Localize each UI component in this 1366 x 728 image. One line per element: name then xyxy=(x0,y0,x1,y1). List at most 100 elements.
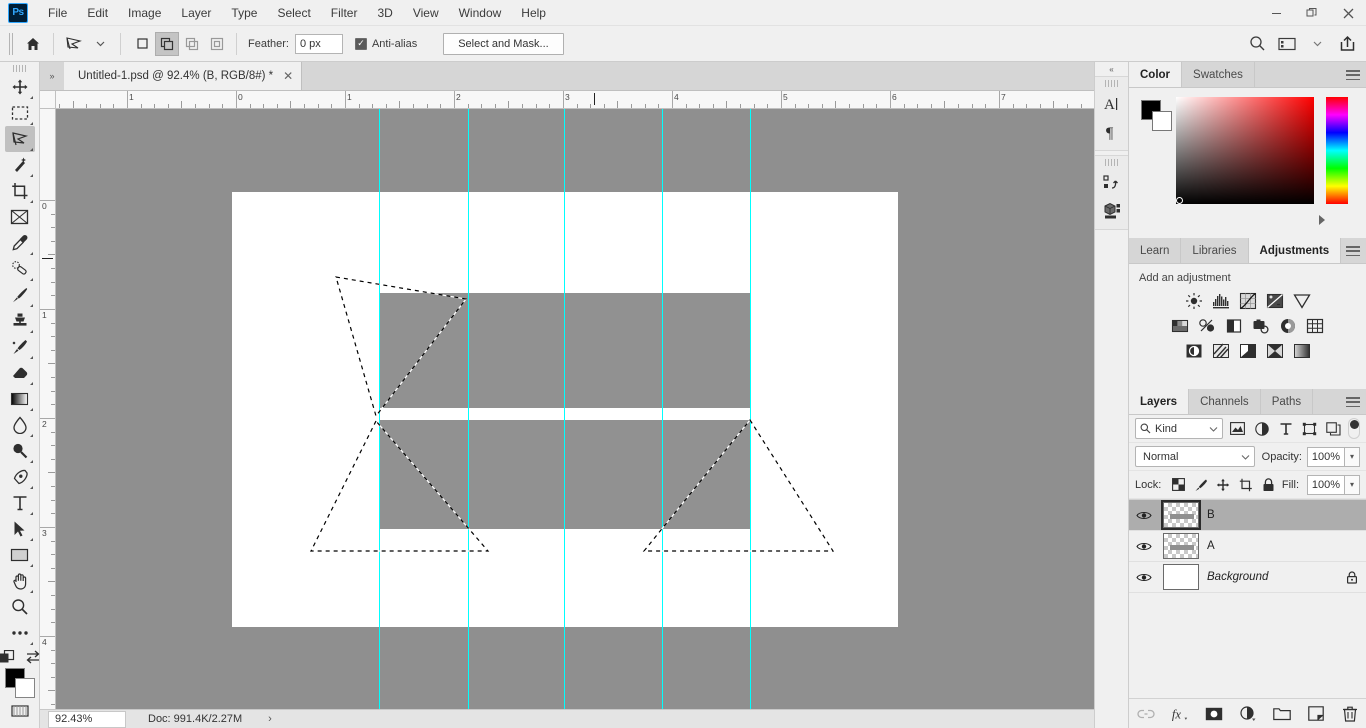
history-brush-tool[interactable] xyxy=(5,334,35,360)
color-panel-swatches[interactable] xyxy=(1141,100,1172,131)
delete-layer-icon[interactable] xyxy=(1341,705,1359,723)
home-icon[interactable] xyxy=(20,31,46,57)
threshold-icon[interactable] xyxy=(1239,342,1257,360)
canvas-guide[interactable] xyxy=(379,109,380,709)
black-white-icon[interactable] xyxy=(1225,317,1243,335)
document-canvas[interactable] xyxy=(232,192,898,627)
menu-type[interactable]: Type xyxy=(221,2,267,24)
canvas-guide[interactable] xyxy=(468,109,469,709)
hand-tool[interactable] xyxy=(5,568,35,594)
lasso-tool-icon[interactable] xyxy=(61,31,87,57)
new-group-icon[interactable] xyxy=(1273,705,1291,723)
exposure-icon[interactable] xyxy=(1266,292,1284,310)
rail-grip-1[interactable] xyxy=(1104,80,1119,87)
adjustment-layer-icon[interactable] xyxy=(1239,705,1257,723)
smartobject-filter-icon[interactable] xyxy=(1324,418,1343,439)
horizontal-type-tool[interactable] xyxy=(5,490,35,516)
brightness-contrast-icon[interactable] xyxy=(1185,292,1203,310)
invert-icon[interactable] xyxy=(1185,342,1203,360)
layer-name[interactable]: A xyxy=(1207,540,1215,552)
zoom-tool[interactable] xyxy=(5,594,35,620)
crop-tool[interactable] xyxy=(5,178,35,204)
anti-alias-control[interactable]: ✓ Anti-alias xyxy=(354,37,417,50)
tab-paths[interactable]: Paths xyxy=(1260,389,1314,414)
layer-mask-icon[interactable] xyxy=(1205,705,1223,723)
menu-select[interactable]: Select xyxy=(267,2,320,24)
menu-help[interactable]: Help xyxy=(511,2,556,24)
layer-visibility-eye-icon[interactable] xyxy=(1133,572,1155,583)
hue-slider[interactable] xyxy=(1326,97,1348,204)
add-to-selection-button[interactable] xyxy=(155,31,179,56)
canvas-work-area[interactable] xyxy=(56,109,1094,709)
quick-mask-mode-toggle[interactable] xyxy=(10,704,29,718)
3d-panel-icon[interactable] xyxy=(1097,197,1127,225)
workspace-chevron-down-icon[interactable] xyxy=(1304,31,1330,57)
lock-position-icon[interactable] xyxy=(1214,475,1232,494)
options-bar-grip[interactable] xyxy=(9,32,15,55)
filter-enable-toggle[interactable] xyxy=(1348,418,1361,439)
toolbar-grip[interactable] xyxy=(12,65,27,72)
menu-edit[interactable]: Edit xyxy=(77,2,118,24)
fill-chevron-down-icon[interactable]: ▾ xyxy=(1345,474,1360,495)
lock-all-icon[interactable] xyxy=(1259,475,1277,494)
color-field[interactable] xyxy=(1176,97,1314,204)
color-swatches[interactable] xyxy=(4,668,35,698)
tab-channels[interactable]: Channels xyxy=(1189,389,1261,414)
menu-layer[interactable]: Layer xyxy=(171,2,221,24)
layer-row[interactable]: A xyxy=(1129,531,1366,562)
clone-stamp-tool[interactable] xyxy=(5,308,35,334)
dodge-tool[interactable] xyxy=(5,438,35,464)
opacity-chevron-down-icon[interactable]: ▾ xyxy=(1345,446,1360,467)
horizontal-ruler[interactable]: 1 0 1 2 3 4 5 6 7 xyxy=(56,91,1094,109)
tab-color[interactable]: Color xyxy=(1129,62,1183,87)
screen-mode-icon[interactable] xyxy=(25,650,41,664)
rectangle-tool[interactable] xyxy=(5,542,35,568)
selective-color-icon[interactable] xyxy=(1293,342,1311,360)
channel-mixer-icon[interactable] xyxy=(1279,317,1297,335)
curves-icon[interactable] xyxy=(1239,292,1257,310)
layer-thumbnail[interactable] xyxy=(1161,500,1201,530)
blur-tool[interactable] xyxy=(5,412,35,438)
status-expand-icon[interactable]: › xyxy=(268,713,272,725)
spot-healing-brush-tool[interactable] xyxy=(5,256,35,282)
tab-learn[interactable]: Learn xyxy=(1129,238,1182,263)
eyedropper-tool[interactable] xyxy=(5,230,35,256)
pen-tool[interactable] xyxy=(5,464,35,490)
anti-alias-checkbox[interactable]: ✓ xyxy=(354,37,367,50)
color-balance-icon[interactable] xyxy=(1198,317,1216,335)
vibrance-icon[interactable] xyxy=(1292,292,1311,310)
layer-style-fx-icon[interactable]: fx xyxy=(1171,705,1189,723)
select-and-mask-button[interactable]: Select and Mask... xyxy=(443,32,564,55)
tab-libraries[interactable]: Libraries xyxy=(1181,238,1249,263)
tab-adjustments[interactable]: Adjustments xyxy=(1248,238,1342,263)
actions-panel-icon[interactable] xyxy=(1097,169,1127,197)
paragraph-panel-icon[interactable]: ¶ xyxy=(1097,118,1127,146)
eraser-tool[interactable] xyxy=(5,360,35,386)
rectangular-marquee-tool[interactable] xyxy=(5,100,35,126)
intersect-with-selection-button[interactable] xyxy=(205,32,229,56)
feather-input[interactable]: 0 px xyxy=(294,33,343,54)
adjustments-panel-menu-icon[interactable] xyxy=(1346,238,1360,264)
document-tab[interactable]: Untitled-1.psd @ 92.4% (B, RGB/8#) * ✕ xyxy=(64,62,303,90)
type-filter-icon[interactable] xyxy=(1276,418,1295,439)
path-selection-tool[interactable] xyxy=(5,516,35,542)
edit-toolbar-ellipsis-icon[interactable] xyxy=(5,620,35,646)
menu-3d[interactable]: 3D xyxy=(367,2,402,24)
rail-grip-2[interactable] xyxy=(1104,159,1119,166)
canvas-guide[interactable] xyxy=(750,109,751,709)
color-panel-menu-icon[interactable] xyxy=(1346,62,1360,88)
layers-panel-menu-icon[interactable] xyxy=(1346,389,1360,415)
maximize-button[interactable] xyxy=(1294,0,1330,26)
gradient-tool[interactable] xyxy=(5,386,35,412)
menu-window[interactable]: Window xyxy=(449,2,512,24)
frame-tool[interactable] xyxy=(5,204,35,230)
layer-visibility-eye-icon[interactable] xyxy=(1133,510,1155,521)
menu-filter[interactable]: Filter xyxy=(321,2,368,24)
canvas-guide[interactable] xyxy=(564,109,565,709)
share-icon[interactable] xyxy=(1334,31,1360,57)
lock-transparent-icon[interactable] xyxy=(1169,475,1187,494)
fill-input[interactable]: 100% xyxy=(1307,474,1345,495)
lasso-tool[interactable] xyxy=(4,126,35,152)
brush-tool[interactable] xyxy=(5,282,35,308)
posterize-icon[interactable] xyxy=(1212,342,1230,360)
